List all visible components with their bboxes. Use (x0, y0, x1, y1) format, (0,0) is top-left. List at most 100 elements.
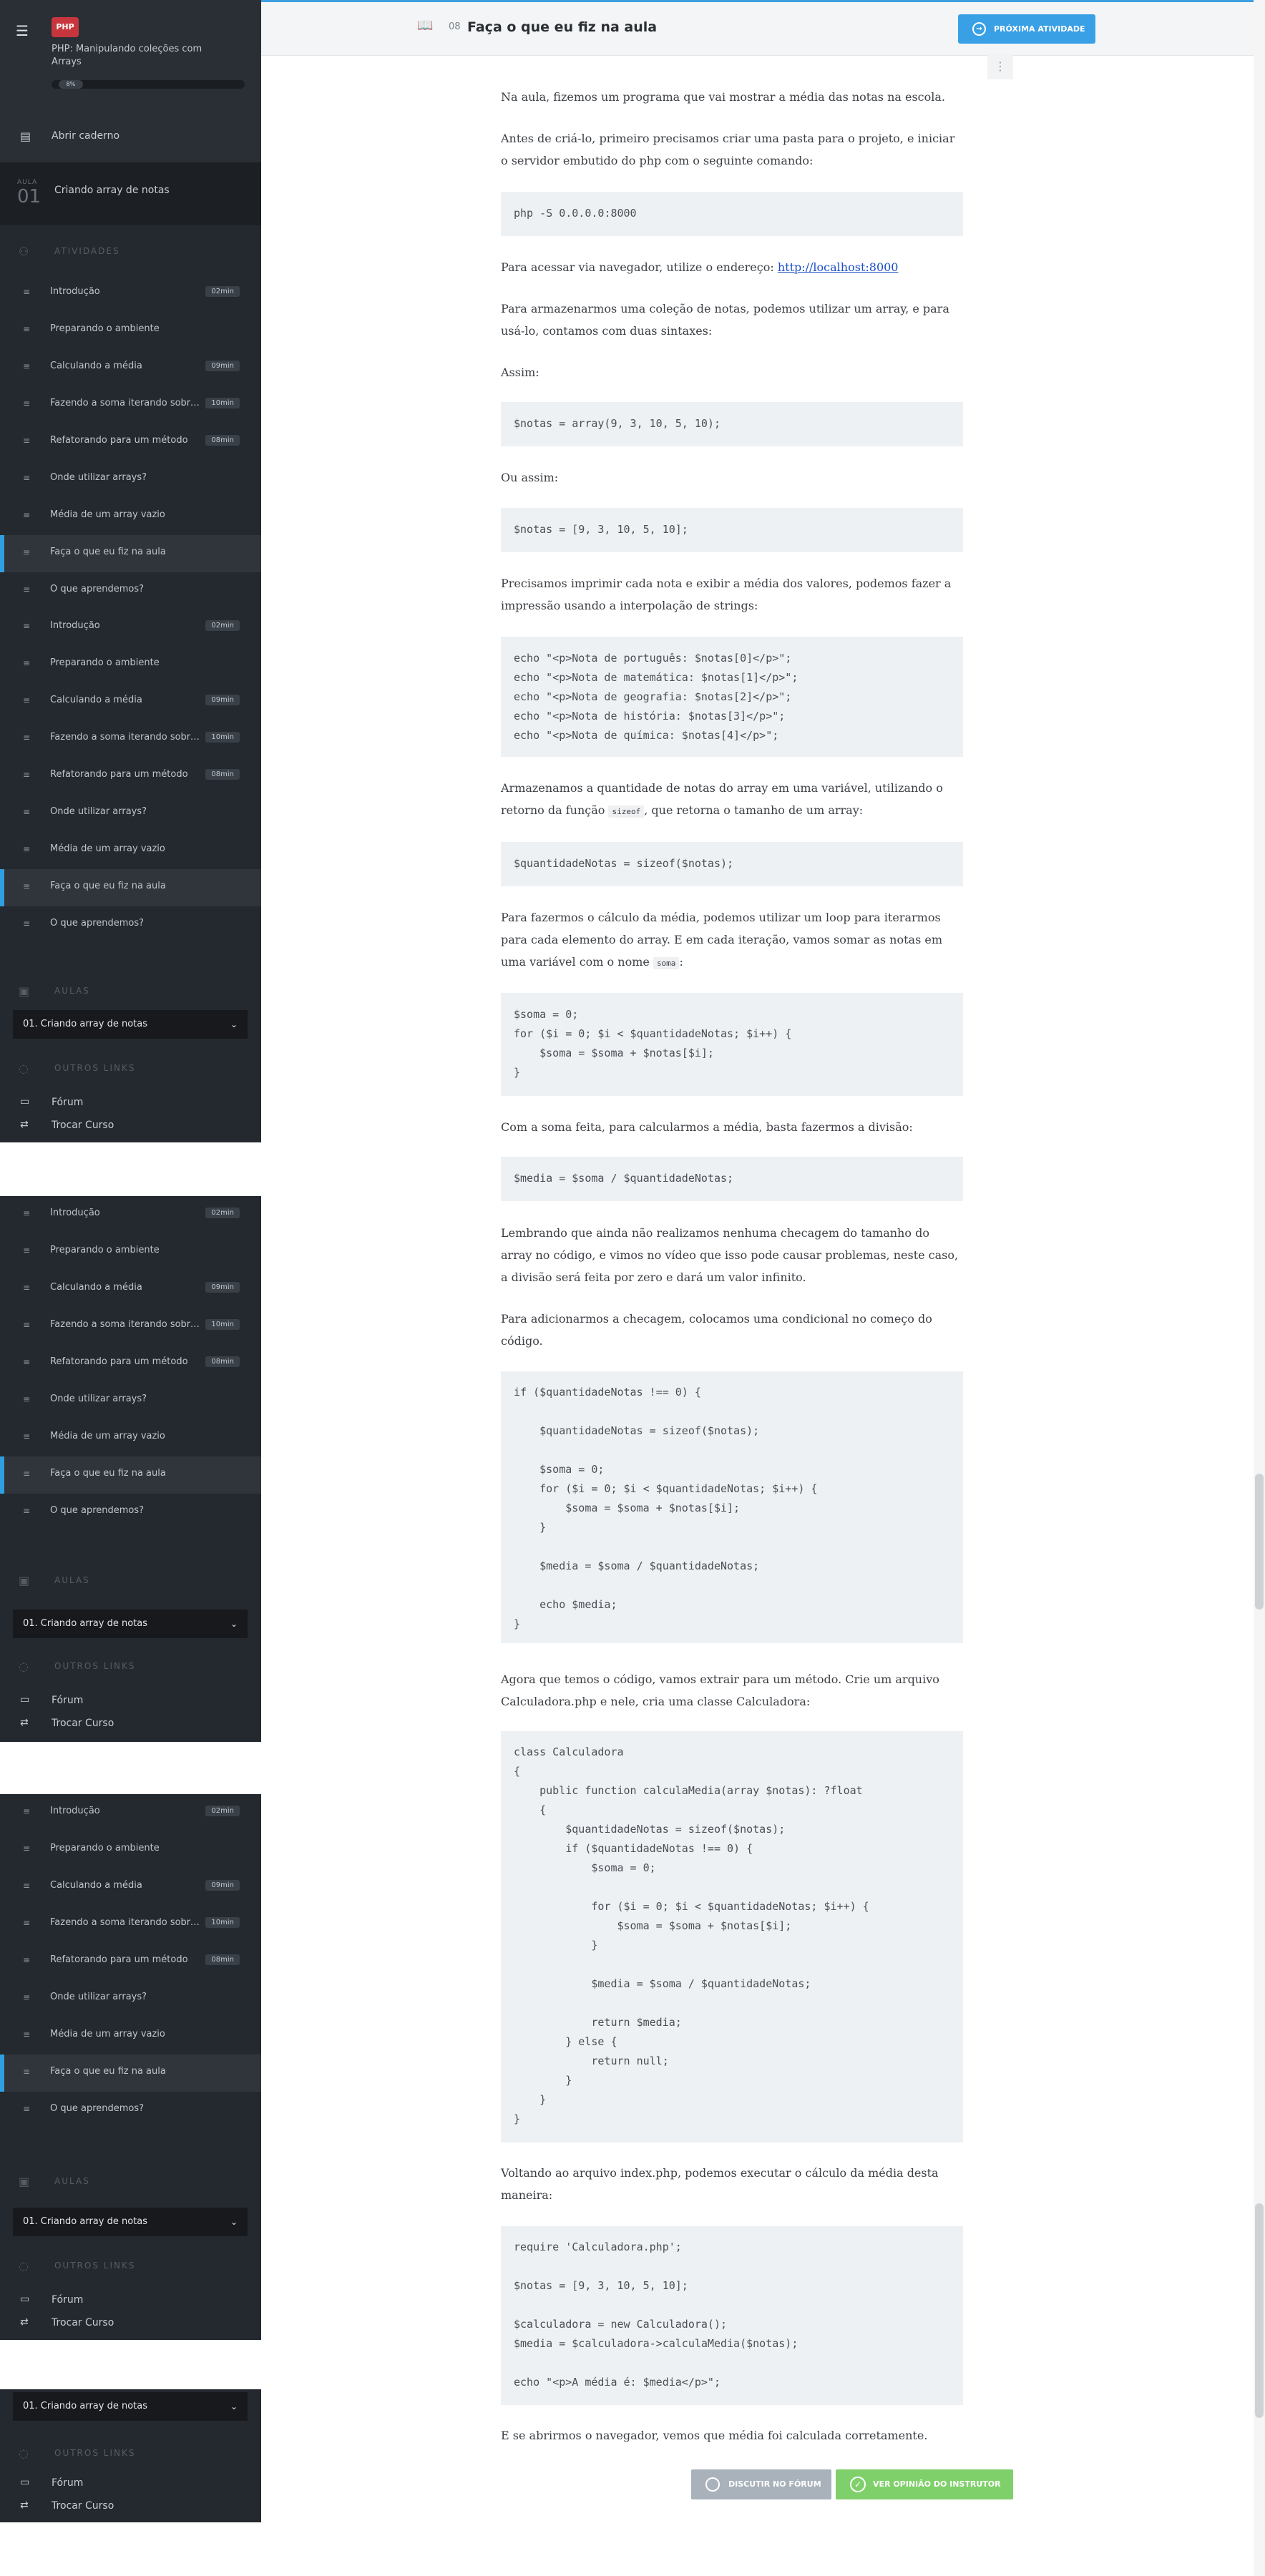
sidebar-activity-item[interactable]: ≡ Onde utilizar arrays? (0, 461, 261, 498)
sidebar-activity-item[interactable]: ≡ Fazendo a soma iterando sobre o array 10… (0, 386, 261, 423)
list-icon: ≡ (23, 1394, 31, 1404)
code-block: echo "<p>Nota de português: $notas[0]</p… (501, 637, 963, 757)
text-icon: ≡ (23, 658, 31, 668)
aula-select[interactable]: 01. Criando array de notas ⌄ (13, 2208, 248, 2236)
activity-number: 08 (449, 21, 461, 32)
video-icon: ≡ (23, 398, 31, 408)
forum-link[interactable]: ▭ Fórum (0, 1690, 261, 1711)
sidebar-activity-item[interactable]: ≡ Fazendo a soma iterando sobre o array 10… (0, 720, 261, 758)
sidebar-activity-item[interactable]: ≡ Calculando a média 09min (0, 349, 261, 386)
sidebar-activity-item[interactable]: ≡ Refatorando para um método 08min (0, 1943, 261, 1980)
code-line: } (514, 1066, 521, 1079)
sidebar-repeat: 01. Criando array de notas ⌄ ◌ OUTROS LI… (0, 2389, 261, 2522)
sidebar-activity-item[interactable]: ≡ Calculando a média 09min (0, 1270, 261, 1308)
sidebar-activity-item[interactable]: ≡ Introdução 02min (0, 609, 261, 646)
aula-select[interactable]: 01. Criando array de notas ⌄ (13, 1010, 248, 1039)
activity-label: Refatorando para um método (50, 769, 188, 780)
sidebar-activity-item[interactable]: ≡ O que aprendemos? (0, 1494, 261, 1531)
activity-label: Introdução (50, 286, 100, 297)
sidebar-activity-item[interactable]: ≡ Média de um array vazio (0, 1419, 261, 1456)
code-line: echo "<p>Nota de história: $notas[3]</p>… (514, 710, 786, 723)
sidebar-activity-item[interactable]: ≡ Onde utilizar arrays? (0, 1980, 261, 2017)
more-options-icon[interactable]: ⋮ (987, 54, 1013, 79)
switch-course-label: Trocar Curso (52, 1120, 114, 1131)
video-icon: ≡ (23, 733, 31, 743)
next-activity-button[interactable]: → PRÓXIMA ATIVIDADE (958, 14, 1095, 44)
chat-icon: ◌ (19, 2259, 29, 2273)
sidebar-activity-item[interactable]: ≡ Refatorando para um método 08min (0, 1345, 261, 1382)
code-line: public function calculaMedia(array $nota… (514, 1784, 863, 1797)
sidebar-activity-item[interactable]: ≡ O que aprendemos? (0, 2092, 261, 2129)
localhost-link[interactable]: http://localhost:8000 (778, 260, 899, 274)
sidebar-activity-item[interactable]: ≡ Onde utilizar arrays? (0, 795, 261, 832)
video-icon: ≡ (23, 1283, 31, 1293)
code-line: } (514, 1939, 598, 1951)
activity-label: Média de um array vazio (50, 843, 165, 854)
sidebar-activity-item[interactable]: ≡ Faça o que eu fiz na aula (0, 1456, 261, 1494)
sidebar-activity-item[interactable]: ≡ Introdução 02min (0, 1196, 261, 1233)
scrollbar[interactable] (1254, 0, 1265, 2576)
course-title[interactable]: PHP: Manipulando coleções com Arrays (52, 43, 230, 69)
text-icon: ≡ (23, 1843, 31, 1853)
activity-label: Média de um array vazio (50, 509, 165, 520)
sidebar-activity-item[interactable]: ≡ Preparando o ambiente (0, 1233, 261, 1270)
sidebar-activity-item[interactable]: ≡ Fazendo a soma iterando sobre o array 10… (0, 1308, 261, 1345)
duration-badge: 09min (205, 695, 240, 705)
discuss-forum-button[interactable]: DISCUTIR NO FÓRUM (691, 2469, 831, 2499)
switch-course-link[interactable]: ⇄ Trocar Curso (0, 2312, 261, 2333)
sidebar-activity-item[interactable]: ≡ Preparando o ambiente (0, 646, 261, 683)
sidebar-activity-item[interactable]: ≡ Introdução 02min (0, 1794, 261, 1831)
sidebar-activity-item[interactable]: ≡ O que aprendemos? (0, 572, 261, 609)
code-line: echo "<p>A média é: $media</p>"; (514, 2376, 721, 2389)
aula-select[interactable]: 01. Criando array de notas ⌄ (13, 2392, 248, 2421)
sidebar-activity-item[interactable]: ≡ Calculando a média 09min (0, 1869, 261, 1906)
sidebar-activity-item[interactable]: ≡ Faça o que eu fiz na aula (0, 2055, 261, 2092)
scrollbar-thumb[interactable] (1255, 1474, 1264, 1610)
instructor-opinion-button[interactable]: ✓ VER OPINIÃO DO INSTRUTOR (836, 2469, 1013, 2499)
menu-icon[interactable]: ☰ (16, 21, 37, 40)
sidebar-activity-item[interactable]: ≡ Média de um array vazio (0, 832, 261, 869)
sidebar-repeat: ≡ Introdução 02min ≡ Preparando o ambiente ≡ C… (0, 1196, 261, 1742)
forum-link[interactable]: ▭ Fórum (0, 2472, 261, 2494)
sidebar-activity-item[interactable]: ≡ Faça o que eu fiz na aula (0, 869, 261, 906)
activity-label: Refatorando para um método (50, 435, 188, 446)
aula-select[interactable]: 01. Criando array de notas ⌄ (13, 1610, 248, 1638)
sidebar-activity-item[interactable]: ≡ Faça o que eu fiz na aula (0, 535, 261, 572)
code-line: echo "<p>Nota de matemática: $notas[1]</… (514, 671, 798, 684)
sidebar-activity-item[interactable]: ≡ O que aprendemos? (0, 906, 261, 944)
aula-select-value: 01. Criando array de notas (23, 2401, 148, 2411)
activity-label: Calculando a média (50, 1282, 142, 1293)
sidebar-activity-item[interactable]: ≡ Refatorando para um método 08min (0, 423, 261, 461)
forum-link[interactable]: ▭ Fórum (0, 2289, 261, 2311)
code-line: for ($i = 0; $i < $quantidadeNotas; $i++… (514, 1482, 818, 1495)
video-icon: ≡ (23, 1881, 31, 1891)
sidebar-activity-item[interactable]: ≡ Média de um array vazio (0, 2017, 261, 2055)
sidebar-activity-item[interactable]: ≡ Onde utilizar arrays? (0, 1382, 261, 1419)
code-line: return $media; (514, 2016, 682, 2029)
paragraph: Voltando ao arquivo index.php, podemos e… (501, 2166, 939, 2202)
sidebar-activity-item[interactable]: ≡ Preparando o ambiente (0, 312, 261, 349)
activity-label: Média de um array vazio (50, 1431, 165, 1441)
aulas-section: ▣ AULAS (0, 977, 261, 1006)
switch-course-link[interactable]: ⇄ Trocar Curso (0, 1713, 261, 1734)
forum-icon: ▭ (20, 2477, 30, 2488)
sidebar-activity-item[interactable]: ≡ Refatorando para um método 08min (0, 758, 261, 795)
sidebar-activity-item[interactable]: ≡ Calculando a média 09min (0, 683, 261, 720)
aula-title: Criando array de notas (54, 185, 170, 196)
forum-link[interactable]: ▭ Fórum (0, 1092, 261, 1113)
notebook-link[interactable]: ▤ Abrir caderno (0, 119, 261, 156)
text-icon: ≡ (23, 844, 31, 854)
sidebar-activity-item[interactable]: ≡ Fazendo a soma iterando sobre o array 10… (0, 1906, 261, 1943)
sidebar-activity-item[interactable]: ≡ Média de um array vazio (0, 498, 261, 535)
sidebar-activity-item[interactable]: ≡ Preparando o ambiente (0, 1831, 261, 1869)
activity-label: Preparando o ambiente (50, 323, 160, 334)
discuss-forum-label: DISCUTIR NO FÓRUM (728, 2479, 821, 2489)
switch-course-link[interactable]: ⇄ Trocar Curso (0, 2495, 261, 2517)
scrollbar-thumb[interactable] (1255, 2203, 1264, 2418)
sidebar-activity-item[interactable]: ≡ Introdução 02min (0, 275, 261, 312)
code-line: { (514, 1765, 521, 1778)
switch-course-link[interactable]: ⇄ Trocar Curso (0, 1115, 261, 1136)
book-icon: ≡ (23, 1469, 31, 1479)
